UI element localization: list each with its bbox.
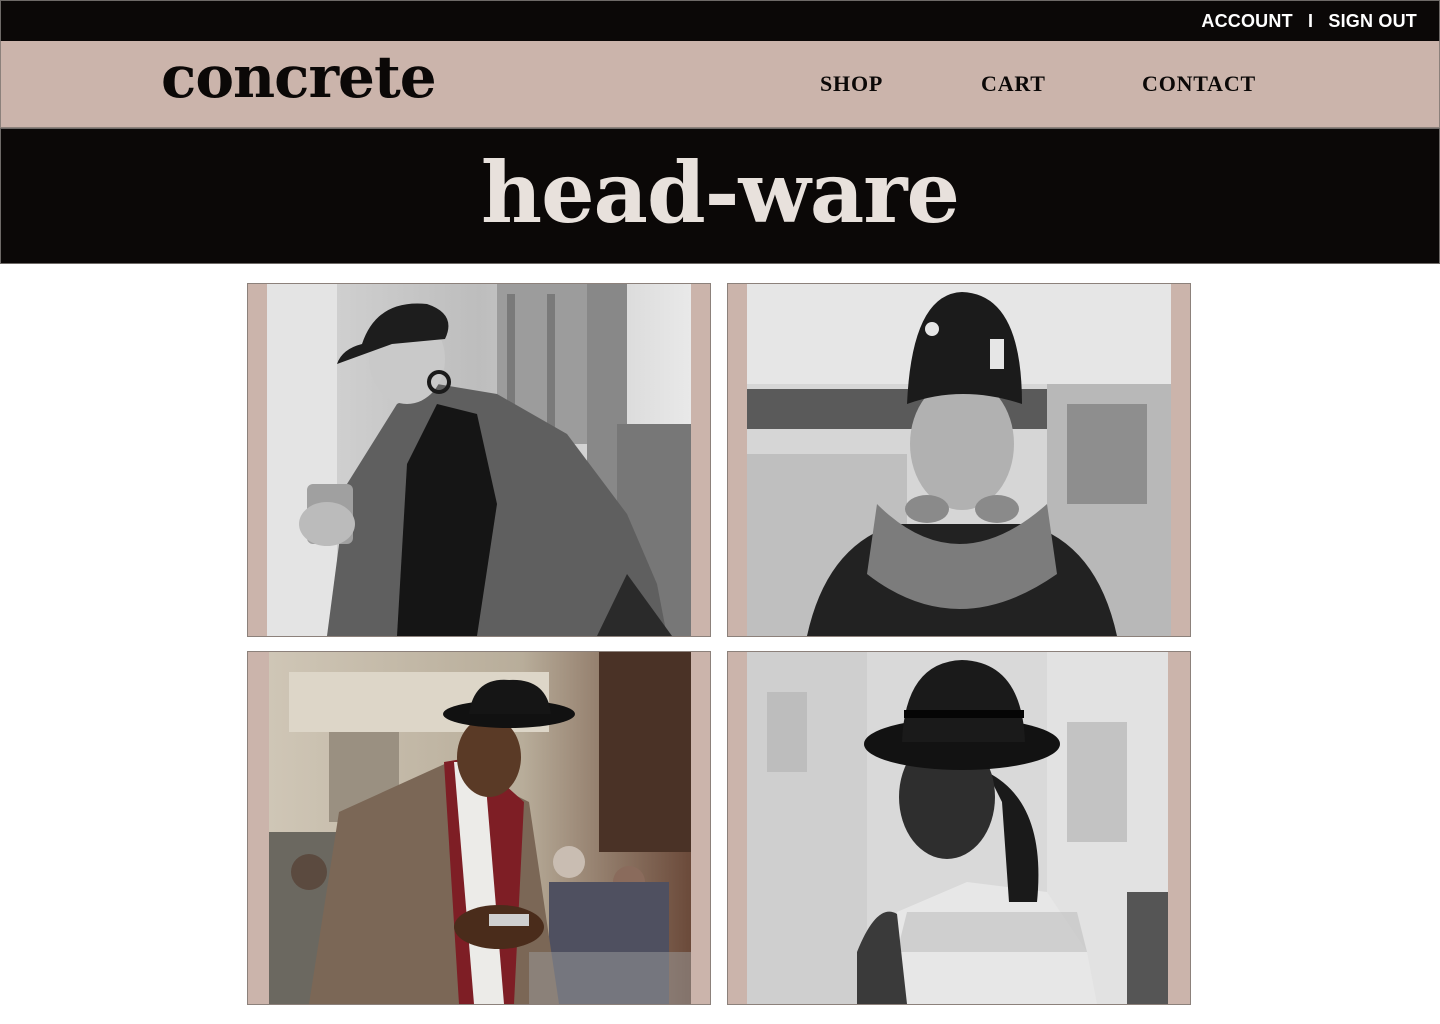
- link-separator: I: [1307, 11, 1314, 31]
- photo-woman-in-wide-brim-hat: [747, 652, 1168, 1004]
- gallery-item-3[interactable]: [247, 651, 711, 1005]
- account-link[interactable]: ACCOUNT: [1201, 11, 1292, 31]
- gallery-item-2[interactable]: [727, 283, 1191, 637]
- category-banner: head-ware: [0, 128, 1440, 264]
- sign-out-link[interactable]: SIGN OUT: [1328, 11, 1417, 31]
- category-title: head-ware: [481, 143, 960, 242]
- nav-shop[interactable]: SHOP: [820, 71, 883, 97]
- account-links: ACCOUNT I SIGN OUT: [1201, 11, 1417, 32]
- main-navigation: concrete SHOP CART CONTACT: [0, 41, 1440, 128]
- photo-man-in-baseball-cap: [747, 284, 1171, 636]
- gallery-item-1[interactable]: [247, 283, 711, 637]
- photo-man-in-fedora: [269, 652, 691, 1004]
- top-utility-bar: ACCOUNT I SIGN OUT: [0, 0, 1440, 42]
- site-logo[interactable]: concrete: [161, 43, 437, 111]
- gallery-item-4[interactable]: [727, 651, 1191, 1005]
- nav-cart[interactable]: CART: [981, 71, 1046, 97]
- nav-contact[interactable]: CONTACT: [1142, 71, 1256, 97]
- photo-woman-in-cap: [267, 284, 691, 636]
